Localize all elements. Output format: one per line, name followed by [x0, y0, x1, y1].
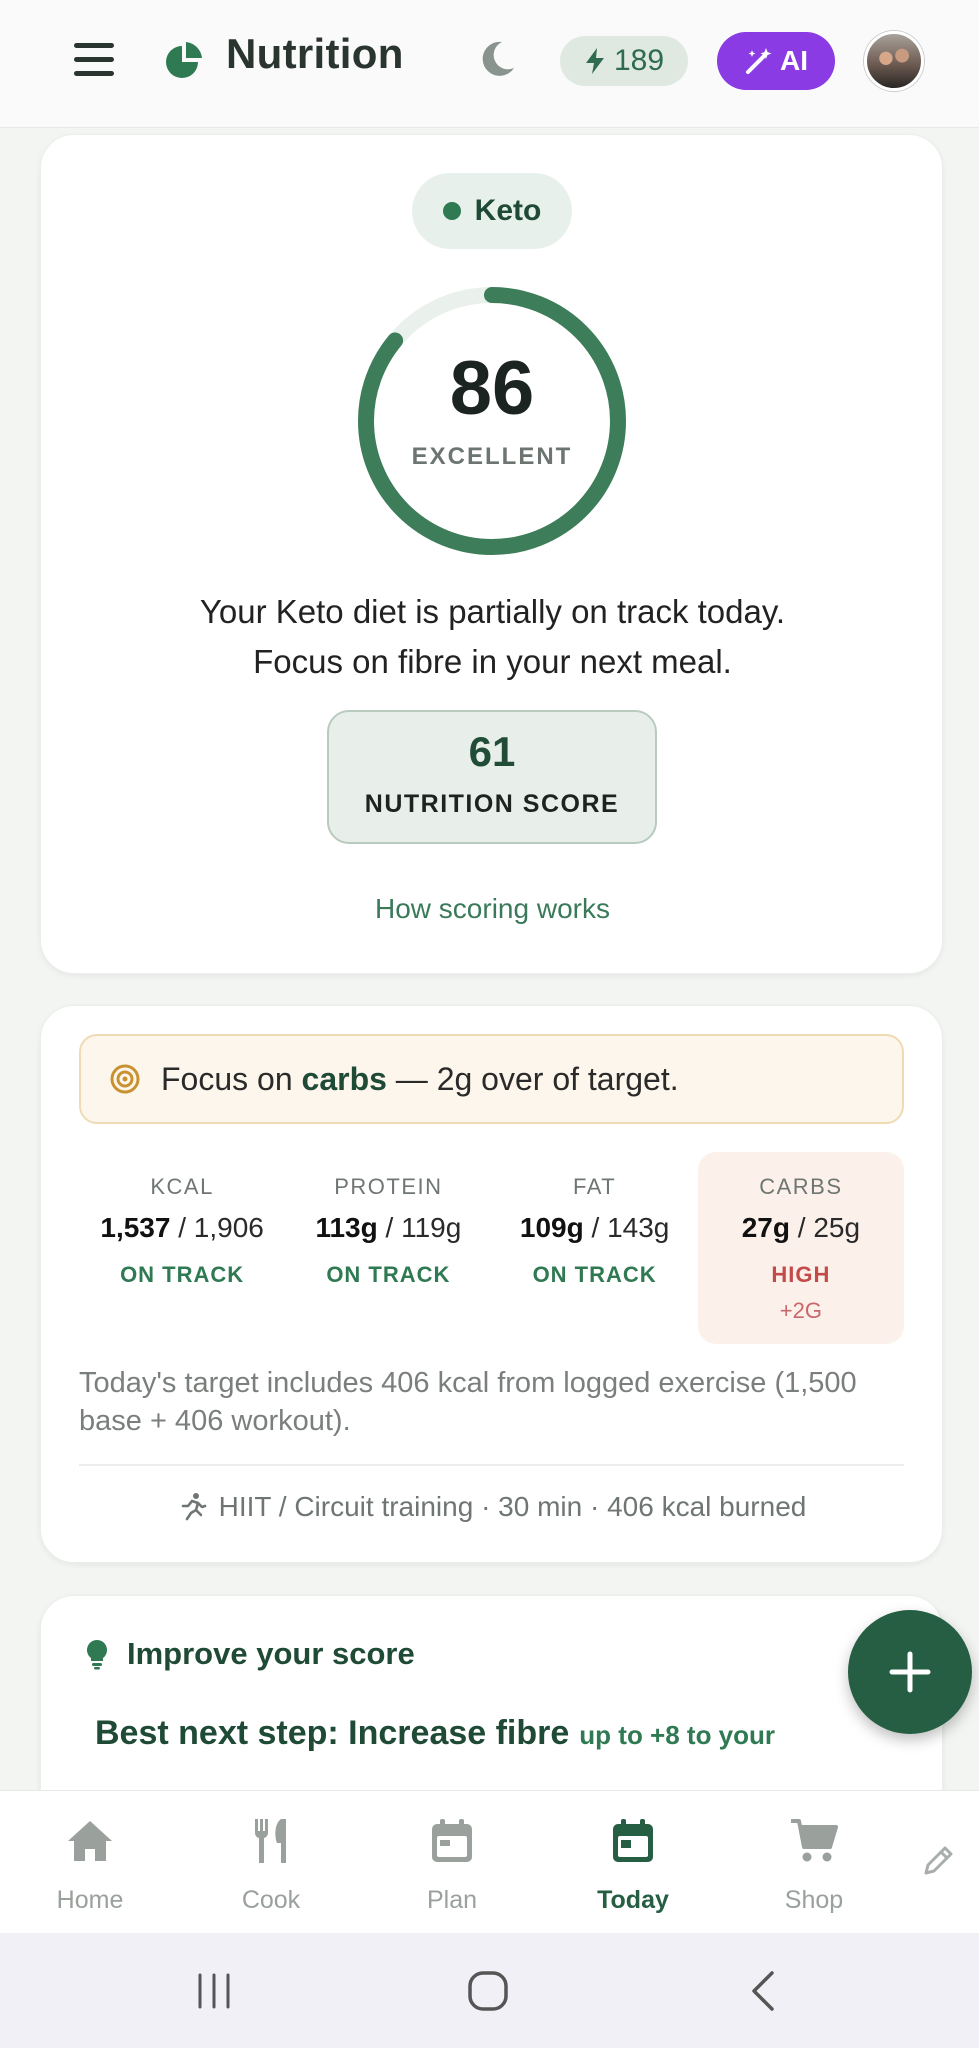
- macro-grid: KCAL 1,537 / 1,906 ON TRACK PROTEIN 113g…: [79, 1152, 904, 1344]
- app-header: Nutrition 189 AI: [0, 0, 979, 128]
- lightbulb-icon: [87, 1640, 107, 1670]
- macro-status: ON TRACK: [120, 1262, 245, 1287]
- macro-name: KCAL: [150, 1174, 214, 1199]
- nav-cook[interactable]: Cook: [201, 1815, 341, 1915]
- cart-icon: [791, 1819, 838, 1862]
- focus-prefix: Focus on: [161, 1060, 293, 1097]
- divider: [79, 1464, 904, 1466]
- diet-label: Keto: [474, 194, 542, 227]
- status-dot: [442, 202, 461, 220]
- plus-icon: [889, 1651, 931, 1693]
- score-card: Keto 86 EXCELLENT Your Keto diet is part…: [40, 134, 943, 974]
- moon-icon[interactable]: [474, 36, 520, 82]
- macro-name: CARBS: [759, 1174, 843, 1199]
- home-system-icon[interactable]: [464, 1967, 512, 2015]
- macro-values: 113g / 119g: [315, 1212, 462, 1243]
- summary-line: Focus on fibre in your next meal.: [253, 643, 732, 680]
- macro-values: 1,537 / 1,906: [100, 1212, 264, 1243]
- nutrition-score-box[interactable]: 61 NUTRITION SCORE: [327, 710, 657, 844]
- macro-fat[interactable]: FAT 109g / 143g ON TRACK: [492, 1152, 698, 1344]
- summary-line: Your Keto diet is partially on track tod…: [199, 593, 786, 630]
- pencil-icon[interactable]: [920, 1843, 956, 1879]
- system-nav-bar: [0, 1933, 979, 2048]
- calendar-today-icon: [613, 1819, 653, 1862]
- nav-today[interactable]: Today: [563, 1815, 703, 1915]
- exercise-text: HIIT / Circuit training · 30 min · 406 k…: [218, 1491, 807, 1522]
- focus-text: Focus on carbs — 2g over of target.: [161, 1061, 679, 1098]
- ai-button[interactable]: AI: [717, 32, 835, 90]
- target-note: Today's target includes 406 kcal from lo…: [79, 1367, 857, 1437]
- avatar[interactable]: [864, 31, 924, 91]
- macro-values: 27g / 25g: [741, 1212, 861, 1243]
- nav-label: Plan: [426, 1886, 478, 1914]
- macro-card: Focus on carbs — 2g over of target. KCAL…: [40, 1005, 943, 1563]
- exercise-row[interactable]: HIIT / Circuit training · 30 min · 406 k…: [41, 1491, 944, 1523]
- macro-name: PROTEIN: [334, 1174, 443, 1199]
- macro-delta: +2G: [779, 1298, 822, 1323]
- macro-name: FAT: [573, 1174, 617, 1199]
- credits-badge[interactable]: 189: [560, 36, 688, 86]
- back-icon[interactable]: [740, 1967, 788, 2015]
- macro-status: ON TRACK: [326, 1262, 451, 1287]
- diet-badge[interactable]: Keto: [412, 173, 572, 249]
- credits-count: 189: [613, 44, 665, 77]
- calendar-icon: [432, 1819, 472, 1862]
- running-icon: [181, 1493, 206, 1521]
- nav-label: Shop: [784, 1886, 844, 1914]
- next-step-text: Best next step: Increase fibre: [95, 1714, 570, 1752]
- nav-label: Cook: [241, 1886, 301, 1914]
- diet-score-value: 86: [449, 346, 535, 431]
- how-scoring-works-link[interactable]: How scoring works: [41, 893, 944, 925]
- target-icon: [110, 1064, 140, 1094]
- lightning-icon: [585, 48, 604, 74]
- add-button[interactable]: [848, 1610, 972, 1734]
- fork-knife-icon: [254, 1819, 286, 1863]
- focus-nutrient: carbs: [301, 1060, 387, 1097]
- focus-suffix: — 2g over of target.: [395, 1060, 679, 1097]
- macro-status: ON TRACK: [532, 1262, 657, 1287]
- home-icon: [68, 1821, 112, 1861]
- app-title: Nutrition: [226, 30, 404, 77]
- improve-header: Improve your score: [85, 1636, 415, 1672]
- next-step[interactable]: Best next step: Increase fibre up to +8 t…: [95, 1714, 775, 1753]
- improve-title: Improve your score: [127, 1636, 415, 1671]
- nutrition-score-value: 61: [468, 728, 516, 775]
- macro-status: HIGH: [771, 1262, 831, 1287]
- macro-kcal[interactable]: KCAL 1,537 / 1,906 ON TRACK: [79, 1152, 285, 1344]
- nav-shop[interactable]: Shop: [744, 1815, 884, 1915]
- magic-wand-icon: [746, 48, 772, 74]
- pie-chart-icon: [166, 42, 202, 78]
- focus-banner: Focus on carbs — 2g over of target.: [79, 1034, 904, 1124]
- bottom-nav: Home Cook Plan Today Shop: [0, 1790, 979, 1933]
- nav-plan[interactable]: Plan: [382, 1815, 522, 1915]
- macro-protein[interactable]: PROTEIN 113g / 119g ON TRACK: [285, 1152, 491, 1344]
- macro-carbs[interactable]: CARBS 27g / 25g HIGH +2G: [697, 1152, 904, 1344]
- ai-label: AI: [780, 45, 808, 76]
- macro-values: 109g / 143g: [519, 1212, 670, 1243]
- nav-home[interactable]: Home: [20, 1815, 160, 1915]
- nutrition-score-label: NUTRITION SCORE: [364, 790, 620, 818]
- next-step-hint: up to +8 to your: [579, 1720, 776, 1750]
- menu-icon[interactable]: [72, 38, 116, 82]
- score-summary: Your Keto diet is partially on track tod…: [71, 587, 914, 687]
- nav-label: Home: [56, 1886, 124, 1914]
- nav-label: Today: [597, 1886, 669, 1914]
- recent-apps-icon[interactable]: [190, 1967, 238, 2015]
- diet-score-label: EXCELLENT: [411, 443, 573, 470]
